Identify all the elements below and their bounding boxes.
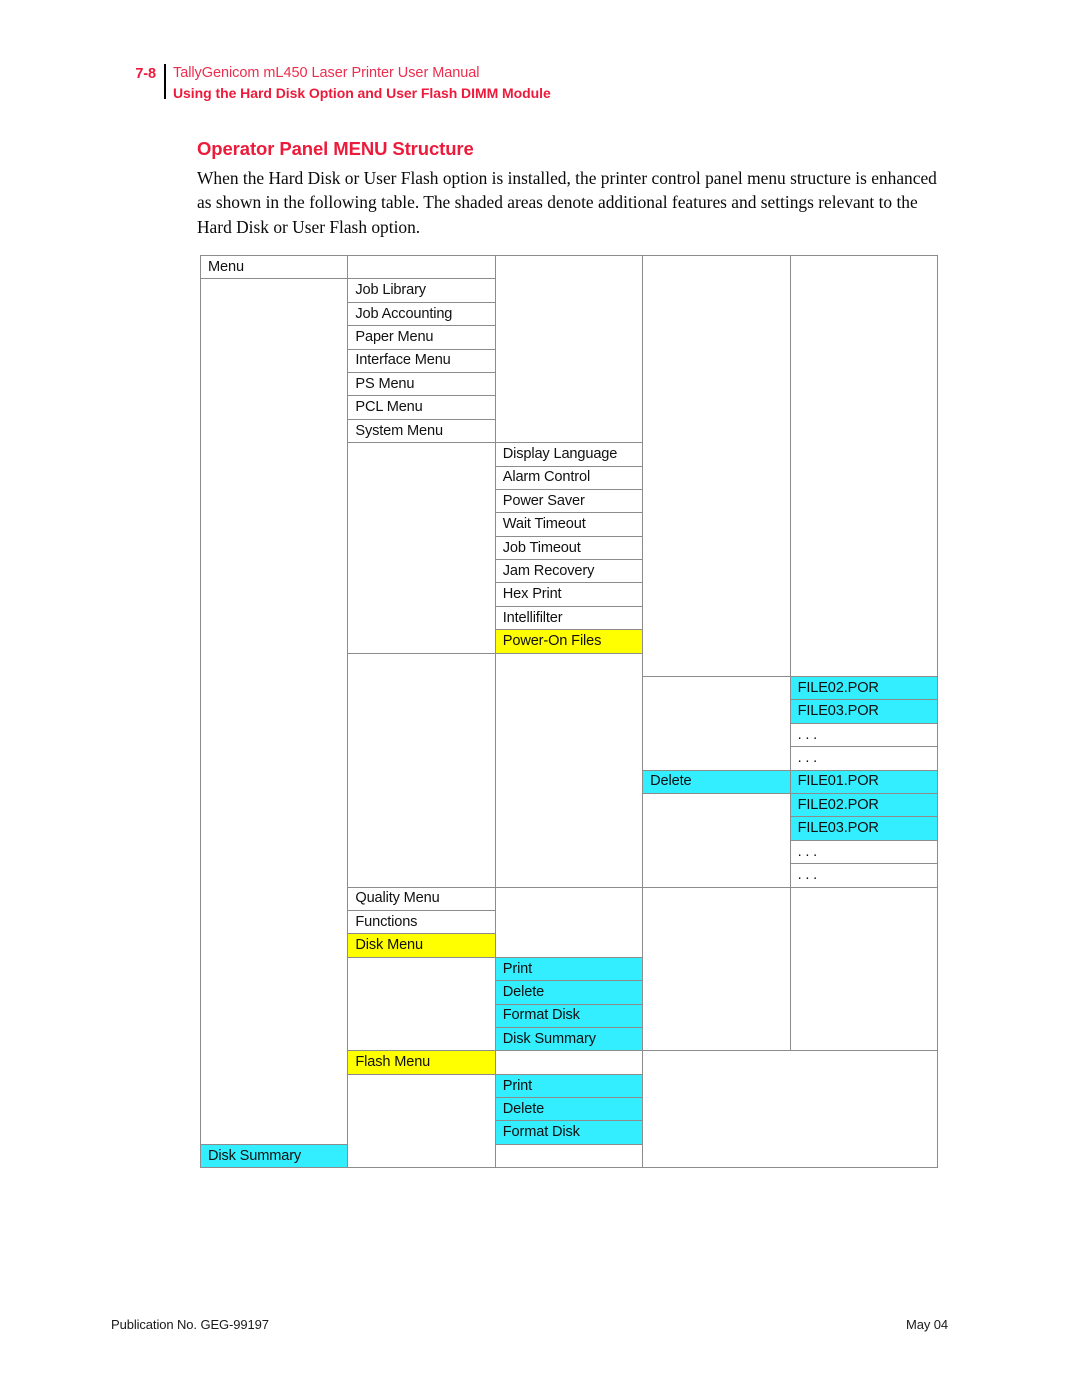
list-item-power-on-files: Power-On Files bbox=[494, 629, 644, 654]
menu-structure-table: Menu Job Library Job Accounting Paper Me… bbox=[199, 254, 938, 1169]
list-item: Paper Menu bbox=[347, 325, 496, 350]
header-divider-rule bbox=[164, 64, 166, 99]
cell-blank-col5-top bbox=[789, 254, 938, 678]
list-item: PCL Menu bbox=[347, 395, 496, 420]
list-item-file-ellipsis: . . . bbox=[789, 722, 938, 748]
cell-delete: Delete bbox=[642, 769, 791, 794]
cell-blank-col5-tail bbox=[789, 886, 938, 1052]
list-item: Alarm Control bbox=[494, 465, 644, 490]
list-item-flash: Print bbox=[494, 1073, 644, 1099]
list-item-file: FILE01.POR bbox=[789, 769, 938, 794]
list-item-file-ellipsis: . . . bbox=[789, 839, 938, 865]
cell-blank-col4-tail bbox=[642, 886, 791, 1052]
cell-blank-delete bbox=[642, 792, 791, 888]
cell-blank-col3-top bbox=[494, 254, 644, 444]
list-item: PS Menu bbox=[347, 371, 496, 397]
list-item-flash-menu: Flash Menu bbox=[347, 1050, 496, 1075]
cell-menu-root: Menu bbox=[199, 254, 349, 280]
list-item-file: FILE03.POR bbox=[789, 816, 938, 841]
cell-blank-col2-system bbox=[347, 442, 496, 654]
list-item: System Menu bbox=[347, 418, 496, 444]
list-item: Jam Recovery bbox=[494, 559, 644, 584]
list-item: Functions bbox=[347, 909, 496, 935]
list-item: Wait Timeout bbox=[494, 512, 644, 537]
list-item-disk: Delete bbox=[494, 980, 644, 1005]
list-item-flash: Disk Summary bbox=[199, 1143, 349, 1169]
cell-blank-col3-files bbox=[494, 652, 644, 888]
cell-blank-col3-flash bbox=[494, 1050, 644, 1075]
list-item: Intellifilter bbox=[494, 605, 644, 631]
list-item: Interface Menu bbox=[347, 348, 496, 373]
list-item-file-ellipsis: . . . bbox=[789, 863, 938, 888]
intro-paragraph: When the Hard Disk or User Flash option … bbox=[197, 168, 937, 237]
cell-blank-col4-top bbox=[642, 254, 791, 678]
footer-date: May 04 bbox=[905, 1317, 948, 1332]
list-item-disk-menu: Disk Menu bbox=[347, 933, 496, 958]
operator-panel-menu-table: Menu Job Library Job Accounting Paper Me… bbox=[199, 254, 938, 1169]
list-item: Job Timeout bbox=[494, 535, 644, 561]
table-row: Menu bbox=[199, 254, 938, 678]
list-item-file: FILE02.POR bbox=[789, 676, 938, 701]
cell-blank-col2-flash bbox=[347, 1073, 496, 1169]
list-item-disk: Format Disk bbox=[494, 1003, 644, 1028]
list-item: Job Library bbox=[347, 278, 496, 303]
list-item: Hex Print bbox=[494, 582, 644, 607]
cell-blank-col3-tail bbox=[494, 886, 644, 958]
list-item-flash: Delete bbox=[494, 1097, 644, 1122]
header-page-number: 7-8 bbox=[135, 66, 156, 82]
cell-blank-col45-flash bbox=[642, 1050, 938, 1169]
list-item-disk: Print bbox=[494, 956, 644, 982]
list-item-flash: Format Disk bbox=[494, 1120, 644, 1145]
cell-blank-col2-disk bbox=[347, 956, 496, 1052]
cell-blank bbox=[347, 254, 496, 280]
page-header: 7-8 TallyGenicom mL450 Laser Printer Use… bbox=[122, 60, 952, 110]
header-manual-title: TallyGenicom mL450 Laser Printer User Ma… bbox=[173, 65, 480, 81]
cell-blank-col2-files bbox=[347, 652, 496, 888]
cell-blank-playback bbox=[642, 676, 791, 771]
list-item-file-ellipsis: . . . bbox=[789, 746, 938, 771]
list-item: Quality Menu bbox=[347, 886, 496, 911]
header-section-title: Using the Hard Disk Option and User Flas… bbox=[173, 85, 551, 101]
list-item-file: FILE03.POR bbox=[789, 699, 938, 724]
list-item: Job Accounting bbox=[347, 301, 496, 327]
page-title: Operator Panel MENU Structure bbox=[197, 138, 474, 159]
list-item-disk: Disk Summary bbox=[494, 1026, 644, 1052]
list-item: Power Saver bbox=[494, 488, 644, 514]
list-item-file: FILE02.POR bbox=[789, 792, 938, 818]
cell-blank-col1-main bbox=[199, 278, 349, 1145]
list-item: Display Language bbox=[494, 442, 644, 467]
